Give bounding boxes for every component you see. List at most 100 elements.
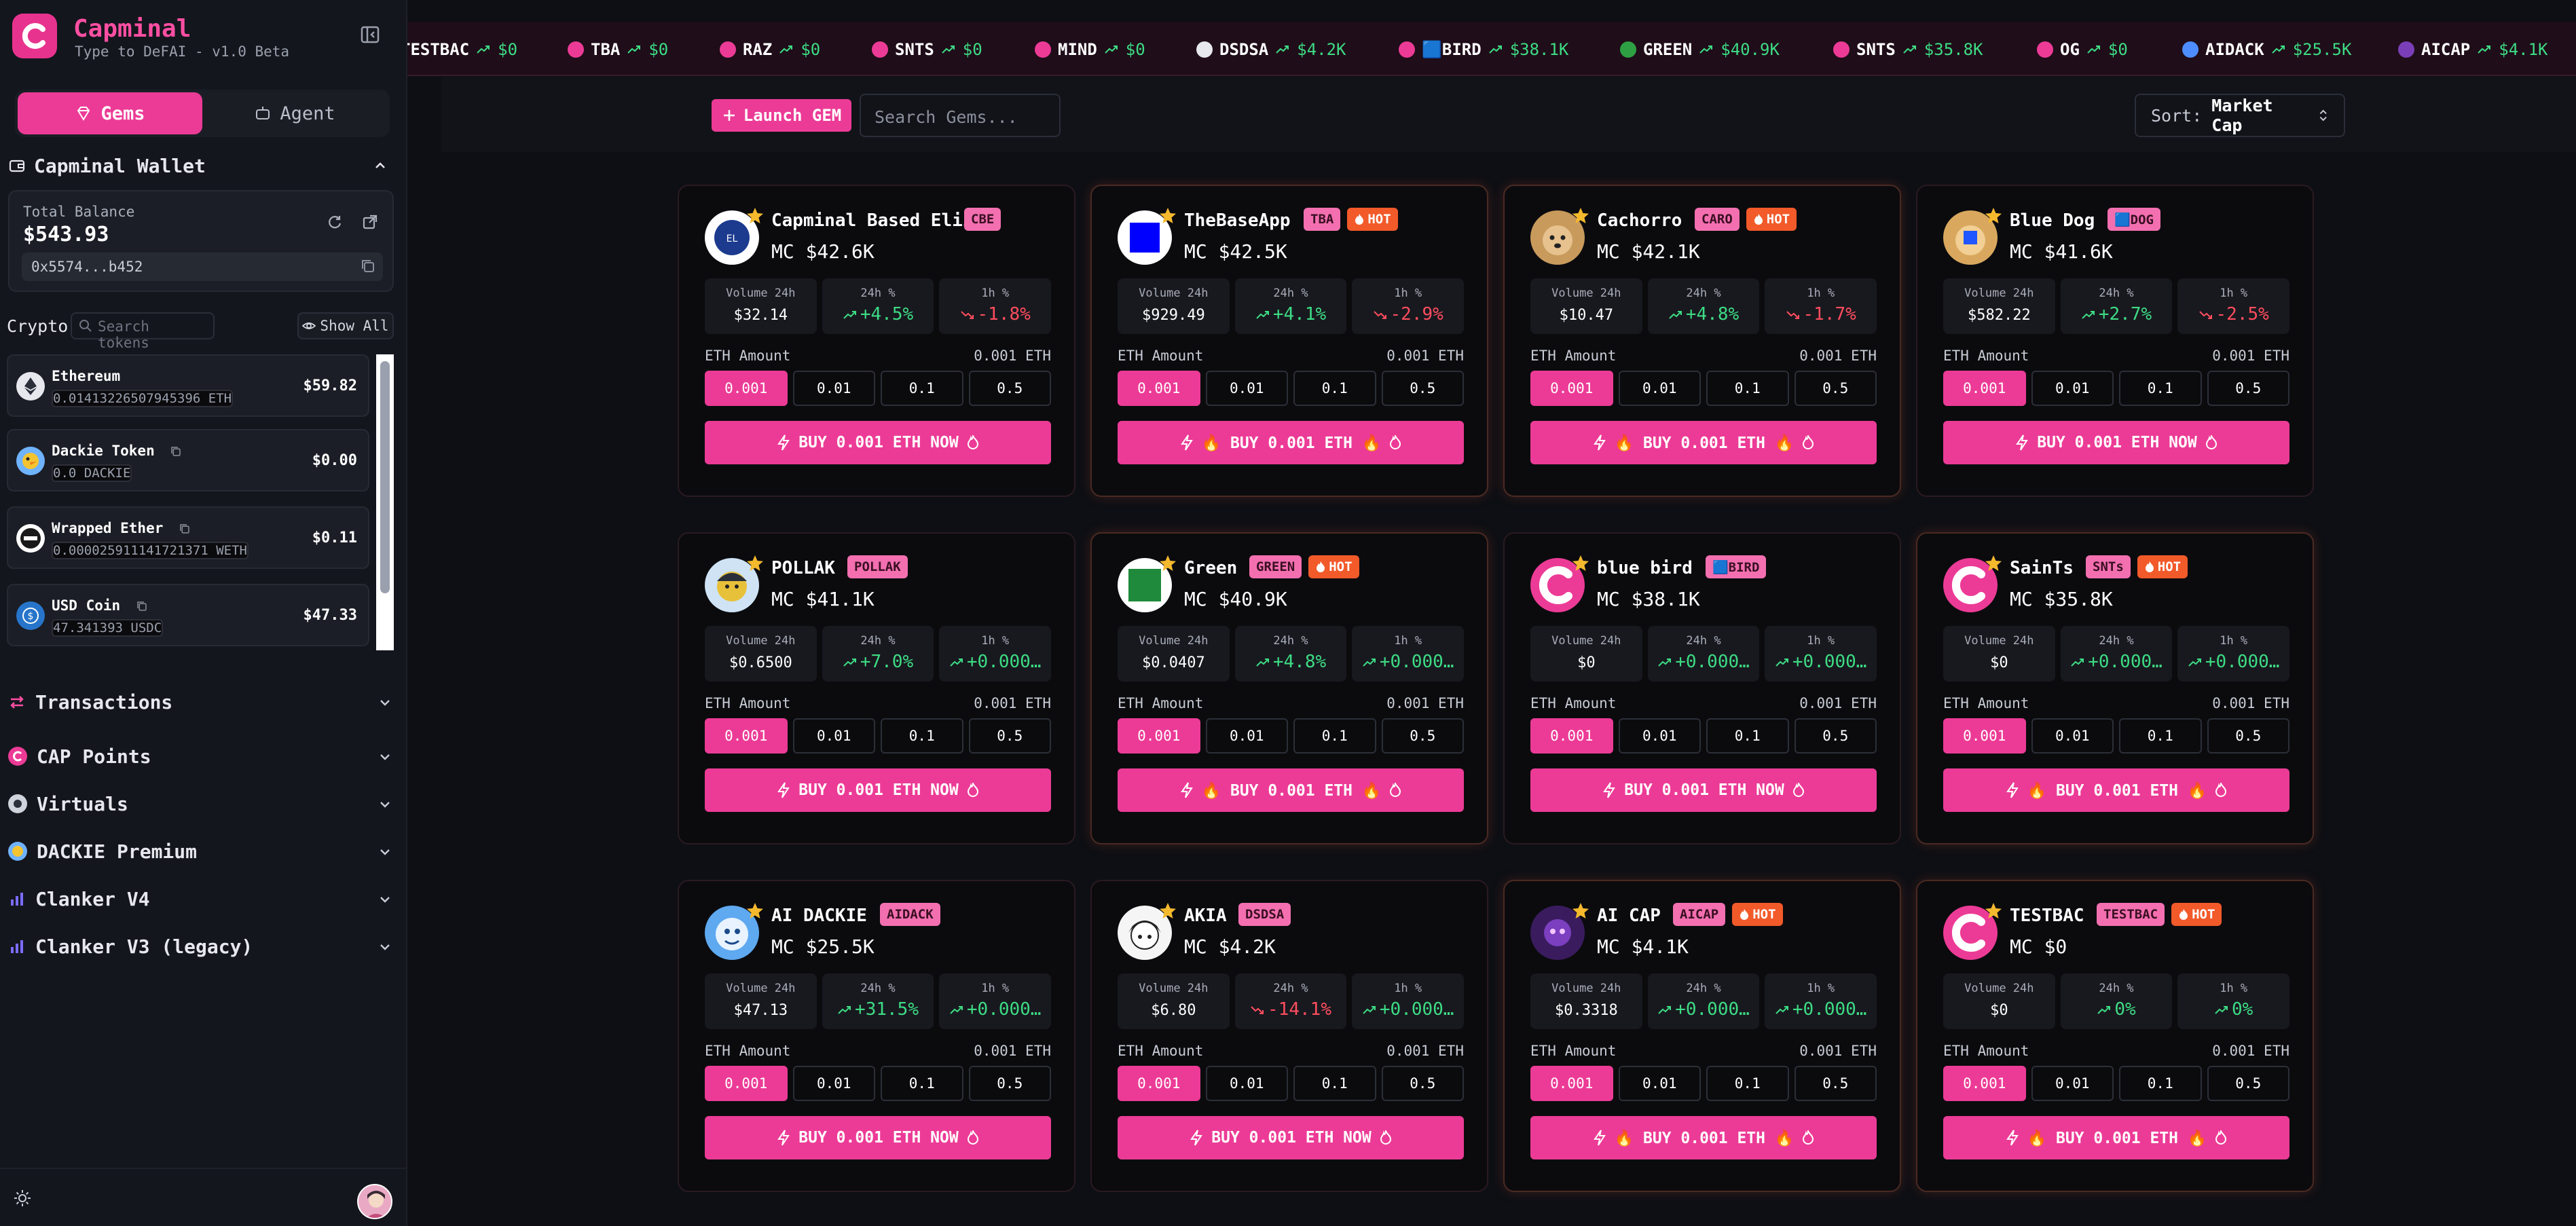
amount-option[interactable]: 0.001	[1530, 371, 1613, 406]
amount-option[interactable]: 0.1	[1293, 371, 1376, 406]
token-row-weth[interactable]: Wrapped Ether 0.000025911141721371 WETH …	[7, 506, 369, 569]
token-row-dackie[interactable]: Dackie Token 0.0 DACKIE $0.00	[7, 429, 369, 491]
amount-option[interactable]: 0.01	[2031, 718, 2114, 754]
ticker-item[interactable]: GREEN $40.9K	[1620, 38, 1780, 61]
ticker-item[interactable]: SNTS $0	[872, 38, 982, 61]
buy-button[interactable]: BUY 0.001 ETH NOW	[705, 421, 1051, 464]
star-icon[interactable]	[1158, 902, 1177, 921]
amount-option[interactable]: 0.5	[2207, 1066, 2289, 1101]
gem-card[interactable]: POLLAK POLLAK MC $41.1K Volume 24h $0.6500 24…	[678, 532, 1075, 844]
ticker-item[interactable]: SNTS $35.8K	[1833, 38, 1983, 61]
tab-agent[interactable]: Agent	[202, 92, 387, 134]
section-cap-points[interactable]: CAP Points	[8, 740, 395, 773]
amount-option[interactable]: 0.001	[1943, 1066, 2026, 1101]
amount-option[interactable]: 0.01	[1618, 718, 1701, 754]
gem-card[interactable]: AI DACKIE AIDACK MC $25.5K Volume 24h $47.13…	[678, 880, 1075, 1192]
star-icon[interactable]	[1571, 902, 1590, 921]
chevron-up-icon[interactable]	[372, 157, 388, 174]
token-row-ethereum[interactable]: Ethereum 0.01413226507945396 ETH $59.82	[7, 354, 369, 417]
amount-option[interactable]: 0.001	[1530, 1066, 1613, 1101]
token-list-scrollbar[interactable]	[376, 354, 394, 650]
section-dackie-premium[interactable]: DACKIE Premium	[8, 835, 395, 868]
section-transactions[interactable]: Transactions	[8, 686, 395, 718]
amount-option[interactable]: 0.01	[792, 371, 875, 406]
wallet-section-header[interactable]: Capminal Wallet	[8, 151, 392, 181]
amount-option[interactable]: 0.01	[1618, 1066, 1701, 1101]
amount-option[interactable]: 0.1	[2119, 718, 2202, 754]
ticker-item[interactable]: AIDACK $25.5K	[2182, 38, 2351, 61]
amount-option[interactable]: 0.01	[1205, 371, 1288, 406]
token-row-usdc[interactable]: $ USD Coin 47.341393 USDC $47.33	[7, 584, 369, 646]
ticker-item[interactable]: RAZ $0	[720, 38, 820, 61]
amount-option[interactable]: 0.01	[792, 718, 875, 754]
amount-option[interactable]: 0.01	[792, 1066, 875, 1101]
section-virtuals[interactable]: Virtuals	[8, 787, 395, 820]
chevron-down-icon[interactable]	[378, 797, 392, 812]
gem-card[interactable]: TheBaseApp TBA HOT MC $42.5K Volume 24h $929.…	[1090, 185, 1488, 497]
ticker-item[interactable]: OG $0	[2037, 38, 2128, 61]
amount-option[interactable]: 0.5	[1381, 1066, 1464, 1101]
amount-option[interactable]: 0.1	[1706, 718, 1789, 754]
amount-option[interactable]: 0.01	[1205, 718, 1288, 754]
copy-icon[interactable]	[170, 445, 182, 458]
star-icon[interactable]	[746, 554, 765, 573]
launch-gem-button[interactable]: Launch GEM	[712, 99, 851, 132]
external-link-icon[interactable]	[361, 213, 379, 231]
ticker-item[interactable]: TESTBAC $0	[407, 38, 517, 61]
amount-option[interactable]: 0.001	[1943, 371, 2026, 406]
amount-option[interactable]: 0.1	[1293, 1066, 1376, 1101]
tab-gems[interactable]: Gems	[18, 92, 202, 134]
copy-icon[interactable]	[360, 258, 376, 274]
section-clanker-v3[interactable]: Clanker V3 (legacy)	[8, 930, 395, 963]
amount-option[interactable]: 0.001	[705, 371, 788, 406]
gem-card[interactable]: Blue Dog 🟦DOG MC $41.6K Volume 24h $582.22 24…	[1916, 185, 2314, 497]
buy-button[interactable]: 🔥 BUY 0.001 ETH 🔥	[1943, 768, 2289, 812]
amount-option[interactable]: 0.1	[1706, 371, 1789, 406]
star-icon[interactable]	[1984, 554, 2003, 573]
amount-option[interactable]: 0.01	[2031, 371, 2114, 406]
token-search-input[interactable]: Search tokens	[71, 312, 215, 351]
amount-option[interactable]: 0.01	[1205, 1066, 1288, 1101]
amount-option[interactable]: 0.1	[2119, 371, 2202, 406]
scrollbar-thumb[interactable]	[380, 361, 390, 593]
collapse-sidebar-icon[interactable]	[360, 24, 382, 46]
star-icon[interactable]	[1158, 206, 1177, 225]
user-avatar[interactable]	[357, 1184, 392, 1219]
amount-option[interactable]: 0.1	[1706, 1066, 1789, 1101]
star-icon[interactable]	[746, 902, 765, 921]
amount-option[interactable]: 0.1	[1293, 718, 1376, 754]
ticker-item[interactable]: AICAP $4.1K	[2398, 38, 2548, 61]
amount-option[interactable]: 0.1	[2119, 1066, 2202, 1101]
amount-option[interactable]: 0.5	[2207, 718, 2289, 754]
amount-option[interactable]: 0.1	[881, 371, 963, 406]
chevron-down-icon[interactable]	[378, 940, 392, 954]
buy-button[interactable]: 🔥 BUY 0.001 ETH 🔥	[1530, 421, 1877, 464]
gem-card[interactable]: blue bird 🟦BIRD MC $38.1K Volume 24h $0 24h %…	[1503, 532, 1901, 844]
amount-option[interactable]: 0.5	[1794, 718, 1877, 754]
chevron-down-icon[interactable]	[378, 749, 392, 764]
sort-select[interactable]: Sort: Market Cap	[2135, 94, 2345, 137]
copy-icon[interactable]	[179, 523, 191, 535]
chevron-down-icon[interactable]	[378, 844, 392, 859]
gem-card[interactable]: Cachorro CARO HOT MC $42.1K Volume 24h $10.47…	[1503, 185, 1901, 497]
amount-option[interactable]: 0.001	[705, 718, 788, 754]
amount-option[interactable]: 0.001	[1118, 718, 1200, 754]
ticker-item[interactable]: MIND $0	[1035, 38, 1145, 61]
gem-card[interactable]: AKIA DSDSA MC $4.2K Volume 24h $6.80 24h % -14…	[1090, 880, 1488, 1192]
buy-button[interactable]: BUY 0.001 ETH NOW	[705, 768, 1051, 812]
amount-option[interactable]: 0.5	[968, 371, 1051, 406]
show-all-button[interactable]: Show All	[297, 312, 394, 339]
star-icon[interactable]	[1984, 902, 2003, 921]
buy-button[interactable]: 🔥 BUY 0.001 ETH 🔥	[1118, 768, 1464, 812]
star-icon[interactable]	[1984, 206, 2003, 225]
amount-option[interactable]: 0.001	[1118, 371, 1200, 406]
amount-option[interactable]: 0.001	[1530, 718, 1613, 754]
amount-option[interactable]: 0.01	[2031, 1066, 2114, 1101]
amount-option[interactable]: 0.5	[1794, 1066, 1877, 1101]
copy-icon[interactable]	[136, 600, 148, 612]
buy-button[interactable]: 🔥 BUY 0.001 ETH 🔥	[1943, 1116, 2289, 1159]
amount-option[interactable]: 0.5	[1794, 371, 1877, 406]
section-clanker-v4[interactable]: Clanker V4	[8, 883, 395, 915]
amount-option[interactable]: 0.5	[968, 718, 1051, 754]
ticker-item[interactable]: TBA $0	[568, 38, 668, 61]
